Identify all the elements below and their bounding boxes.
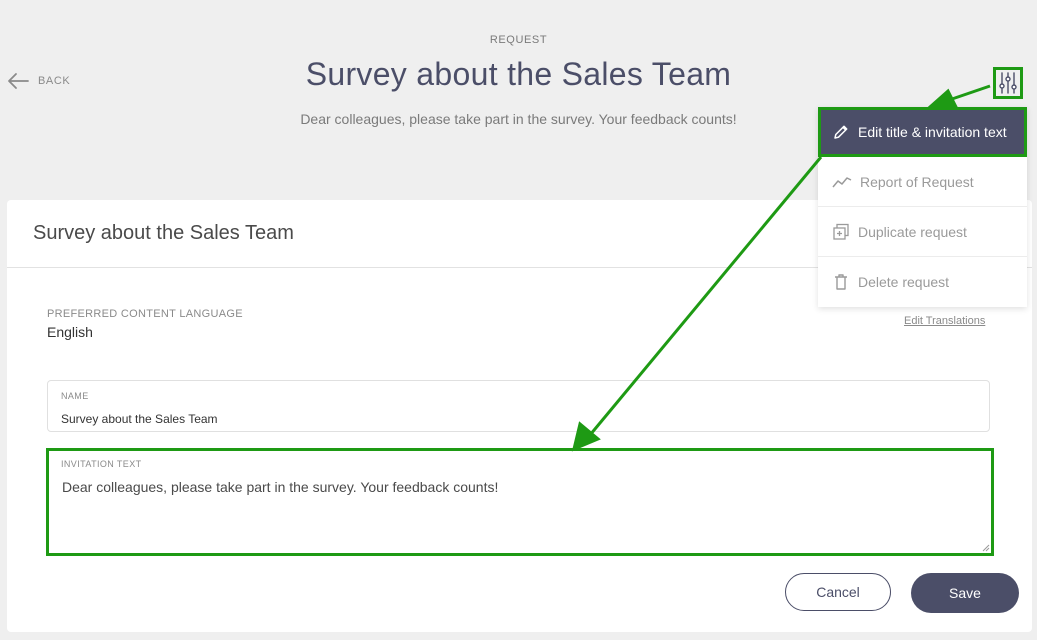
- save-button[interactable]: Save: [911, 573, 1019, 613]
- menu-item-label: Edit title & invitation text: [858, 124, 1007, 140]
- settings-button[interactable]: [993, 67, 1023, 99]
- actions-dropdown-menu: Edit title & invitation text Report of R…: [818, 107, 1027, 307]
- menu-item-duplicate[interactable]: Duplicate request: [818, 207, 1027, 257]
- resize-grip-icon[interactable]: [981, 543, 990, 552]
- name-field-value[interactable]: Survey about the Sales Team: [61, 412, 218, 426]
- page-title: Survey about the Sales Team: [305, 56, 732, 92]
- language-label: PREFERRED CONTENT LANGUAGE: [47, 308, 243, 320]
- trend-line-icon: [832, 176, 852, 187]
- menu-item-label: Duplicate request: [858, 223, 967, 240]
- cancel-button[interactable]: Cancel: [785, 573, 891, 611]
- name-field-label: NAME: [61, 391, 89, 401]
- invitation-field-value[interactable]: Dear colleagues, please take part in the…: [62, 479, 498, 495]
- card-title: Survey about the Sales Team: [33, 222, 294, 244]
- invitation-field-label: INVITATION TEXT: [61, 459, 142, 469]
- menu-item-delete[interactable]: Delete request: [818, 257, 1027, 307]
- trash-icon: [835, 274, 847, 290]
- pencil-icon: [834, 125, 848, 139]
- menu-item-label: Report of Request: [860, 173, 974, 190]
- sliders-icon: [999, 72, 1017, 94]
- language-value: English: [47, 324, 93, 340]
- back-label: BACK: [38, 75, 71, 87]
- duplicate-icon: [833, 223, 849, 240]
- menu-item-label: Delete request: [858, 274, 950, 290]
- arrow-to-menu-head: [926, 88, 959, 109]
- name-field[interactable]: NAME Survey about the Sales Team: [47, 380, 990, 432]
- header-eyebrow: REQUEST: [489, 34, 548, 46]
- arrow-left-icon: [8, 73, 29, 89]
- menu-item-edit-title[interactable]: Edit title & invitation text: [818, 107, 1027, 157]
- back-button[interactable]: BACK: [6, 72, 70, 90]
- invitation-text-field[interactable]: INVITATION TEXT Dear colleagues, please …: [46, 448, 994, 556]
- edit-translations-link[interactable]: Edit Translations: [904, 315, 985, 327]
- menu-item-report[interactable]: Report of Request: [818, 157, 1027, 207]
